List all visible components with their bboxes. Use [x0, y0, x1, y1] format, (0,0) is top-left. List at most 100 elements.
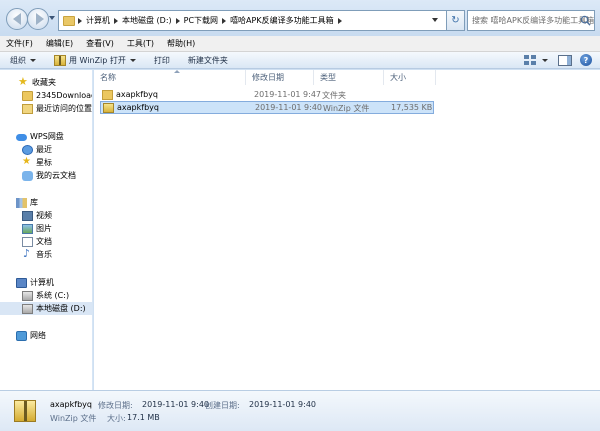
nav-2345downloads[interactable]: 2345Downloads	[0, 89, 92, 102]
music-note-icon	[22, 247, 33, 260]
back-arrow-icon	[13, 13, 21, 25]
nav-music-label: 音乐	[36, 250, 52, 259]
column-header-type[interactable]: 类型	[314, 70, 384, 85]
address-history-dropdown-icon[interactable]	[432, 18, 438, 22]
organize-label: 组织	[10, 55, 26, 65]
drive-icon	[22, 290, 33, 301]
address-bar[interactable]: 计算机 本地磁盘 (D:) PC下载网 嘻哈APK反编译多功能工具箱	[58, 10, 447, 31]
new-folder-button[interactable]: 新建文件夹	[188, 55, 228, 66]
breadcrumb-chevron-icon[interactable]	[114, 17, 118, 24]
refresh-button[interactable]: ↻	[447, 10, 465, 31]
file-type: WinZip 文件	[323, 104, 370, 113]
nav-downloads-label: 2345Downloads	[36, 91, 92, 100]
zip-icon	[103, 103, 114, 113]
nav-videos-label: 视频	[36, 211, 52, 220]
nav-videos[interactable]: 视频	[0, 209, 92, 222]
refresh-icon: ↻	[451, 15, 460, 26]
file-date: 2019-11-01 9:40	[255, 103, 322, 112]
breadcrumb-drive-d[interactable]: 本地磁盘 (D:)	[119, 15, 175, 26]
breadcrumb-chevron-icon[interactable]	[175, 17, 180, 24]
menu-file[interactable]: 文件(F)	[6, 38, 33, 49]
document-icon	[22, 236, 33, 247]
nav-cloud-docs-label: 我的云文档	[36, 171, 76, 180]
drive-icon	[22, 303, 33, 314]
details-size-label: 大小:	[107, 414, 126, 423]
open-with-label: 用 WinZip 打开	[69, 55, 126, 65]
nav-favorites[interactable]: 收藏夹	[0, 75, 92, 89]
column-header-name[interactable]: 名称	[94, 70, 246, 85]
search-placeholder: 搜索 嘻哈APK反编译多功能工具箱	[472, 16, 595, 25]
nav-recent-places[interactable]: 最近访问的位置	[0, 102, 92, 115]
video-icon	[22, 210, 33, 221]
file-name: axapkfbyq	[117, 103, 159, 112]
breadcrumb-chevron-icon[interactable]	[337, 17, 342, 24]
column-header-size[interactable]: 大小	[384, 70, 436, 85]
nav-pictures[interactable]: 图片	[0, 222, 92, 235]
change-view-icon[interactable]	[524, 54, 536, 66]
preview-pane-icon[interactable]	[558, 54, 572, 66]
search-icon[interactable]	[580, 15, 591, 26]
menu-edit[interactable]: 编辑(E)	[46, 38, 73, 49]
view-dropdown-icon[interactable]	[542, 58, 548, 62]
picture-icon	[22, 223, 33, 234]
open-with-winzip-button[interactable]: 用 WinZip 打开	[54, 54, 136, 66]
nav-recent[interactable]: 最近	[0, 143, 92, 156]
nav-libraries[interactable]: 库	[0, 196, 92, 209]
folder-icon	[102, 90, 113, 100]
chevron-down-icon	[129, 58, 136, 62]
nav-computer[interactable]: 计算机	[0, 276, 92, 289]
nav-starred[interactable]: 星标	[0, 156, 92, 169]
nav-wps-label: WPS网盘	[30, 132, 64, 141]
details-created-label: 创建日期:	[205, 401, 240, 410]
back-button[interactable]	[6, 8, 28, 30]
details-modified-label: 修改日期:	[98, 401, 133, 410]
menu-help[interactable]: 帮助(H)	[167, 38, 195, 49]
nav-drive-c[interactable]: 系统 (C:)	[0, 289, 92, 302]
file-date: 2019-11-01 9:47	[254, 90, 321, 99]
file-type: 文件夹	[322, 91, 346, 100]
recent-places-icon	[22, 103, 33, 114]
nav-recent-label: 最近	[36, 145, 52, 154]
file-name: axapkfbyq	[116, 90, 158, 99]
menu-view[interactable]: 查看(V)	[86, 38, 114, 49]
column-header-date[interactable]: 修改日期	[246, 70, 314, 85]
details-modified-value: 2019-11-01 9:40	[142, 400, 209, 409]
search-input[interactable]: 搜索 嘻哈APK反编译多功能工具箱	[467, 10, 595, 31]
star-icon	[22, 156, 33, 168]
breadcrumb-computer[interactable]: 计算机	[83, 15, 113, 26]
nav-drive-c-label: 系统 (C:)	[36, 291, 70, 300]
navigation-pane: 收藏夹 2345Downloads 最近访问的位置 WPS网盘 最近 星标 我的…	[0, 70, 93, 390]
file-size: 17,535 KB	[391, 103, 433, 112]
folder-icon	[63, 15, 75, 26]
nav-drive-d-label: 本地磁盘 (D:)	[36, 304, 86, 313]
print-button[interactable]: 打印	[154, 55, 170, 66]
breadcrumb-chevron-icon[interactable]	[78, 17, 82, 24]
nav-documents[interactable]: 文档	[0, 235, 92, 248]
forward-button[interactable]	[27, 8, 49, 30]
nav-libraries-label: 库	[30, 198, 38, 207]
nav-network-label: 网络	[30, 331, 46, 340]
help-icon[interactable]: ?	[580, 54, 592, 66]
nav-pictures-label: 图片	[36, 224, 52, 233]
nav-my-cloud-docs[interactable]: 我的云文档	[0, 169, 92, 182]
nav-network[interactable]: 网络	[0, 329, 92, 342]
address-row: 计算机 本地磁盘 (D:) PC下载网 嘻哈APK反编译多功能工具箱 ↻ 搜索 …	[0, 0, 600, 36]
recent-pages-dropdown-icon[interactable]	[49, 16, 55, 20]
menu-tools[interactable]: 工具(T)	[127, 38, 154, 49]
nav-starred-label: 星标	[36, 158, 52, 167]
breadcrumb-chevron-icon[interactable]	[222, 17, 227, 24]
details-file-name: axapkfbyq	[50, 400, 92, 409]
nav-music[interactable]: 音乐	[0, 247, 92, 261]
nav-wps-cloud[interactable]: WPS网盘	[0, 130, 92, 143]
organize-button[interactable]: 组织	[10, 55, 36, 66]
file-row[interactable]: axapkfbyq 2019-11-01 9:40 WinZip 文件 17,5…	[100, 101, 434, 114]
nav-recent-places-label: 最近访问的位置	[36, 104, 92, 113]
details-pane: axapkfbyq WinZip 文件 修改日期: 2019-11-01 9:4…	[0, 390, 600, 431]
wps-cloud-icon	[16, 132, 27, 142]
nav-drive-d[interactable]: 本地磁盘 (D:)	[0, 302, 92, 315]
breadcrumb-pc-download[interactable]: PC下载网	[181, 15, 221, 26]
menu-bar: 文件(F) 编辑(E) 查看(V) 工具(T) 帮助(H)	[0, 36, 600, 52]
folder-icon	[22, 90, 33, 101]
breadcrumb-toolbox[interactable]: 嘻哈APK反编译多功能工具箱	[227, 15, 337, 26]
winzip-icon	[54, 54, 66, 66]
